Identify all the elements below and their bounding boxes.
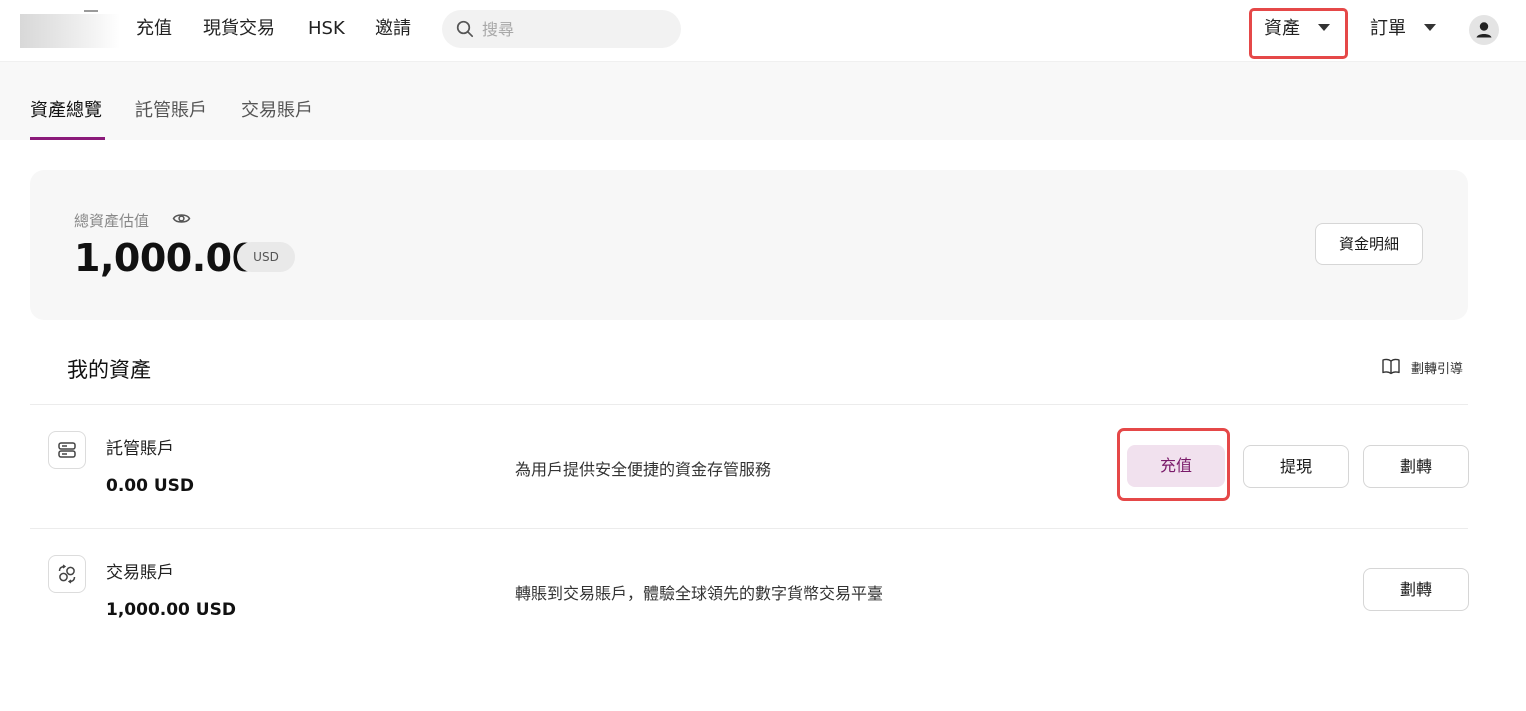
- orders-menu[interactable]: 訂單: [1370, 17, 1436, 41]
- my-assets-title: 我的資產: [67, 358, 151, 382]
- trading-account-name: 交易賬戶: [106, 563, 174, 583]
- currency-badge: USD: [237, 242, 295, 272]
- total-assets-amount: 1,000.00: [74, 236, 258, 280]
- search-input[interactable]: [482, 10, 672, 48]
- trading-transfer-button[interactable]: 劃轉: [1363, 568, 1469, 611]
- nav-invite[interactable]: 邀請: [375, 17, 411, 41]
- divider: [30, 404, 1468, 405]
- asset-tabs: 資產總覽 託管賬戶 交易賬戶: [0, 62, 1526, 140]
- custody-transfer-button[interactable]: 劃轉: [1363, 445, 1469, 488]
- total-assets-label: 總資產估值: [74, 212, 150, 230]
- chevron-down-icon: [1318, 23, 1330, 31]
- nav-hsk[interactable]: HSK: [308, 17, 345, 41]
- user-avatar[interactable]: [1469, 15, 1499, 45]
- deposit-button[interactable]: 充值: [1127, 445, 1225, 487]
- nav-spot-trading[interactable]: 現貨交易: [203, 17, 275, 41]
- funds-details-button[interactable]: 資金明細: [1315, 223, 1423, 265]
- custody-account-icon-box: [48, 431, 86, 469]
- custody-account-description: 為用戶提供安全便捷的資金存管服務: [515, 460, 772, 479]
- tab-overview[interactable]: 資產總覽: [30, 99, 102, 123]
- chevron-down-icon: [1424, 23, 1436, 31]
- eye-icon[interactable]: [172, 211, 191, 226]
- search-box[interactable]: [442, 10, 681, 48]
- server-icon: [58, 442, 76, 458]
- trading-account-balance: 1,000.00 USD: [106, 600, 236, 620]
- top-nav: 充值 現貨交易 HSK 邀請 資產 訂單: [0, 0, 1526, 62]
- nav-deposit[interactable]: 充值: [136, 17, 172, 41]
- transfer-guide-label: 劃轉引導: [1411, 362, 1464, 377]
- assets-menu[interactable]: 資產: [1264, 17, 1330, 41]
- custody-account-name: 託管賬戶: [106, 439, 174, 459]
- book-icon: [1382, 358, 1400, 375]
- total-assets-card: 總資產估值 1,000.00 USD 資金明細: [30, 170, 1468, 320]
- trading-account-icon-box: [48, 555, 86, 593]
- assets-menu-label: 資產: [1264, 18, 1300, 39]
- orders-menu-label: 訂單: [1370, 18, 1406, 39]
- search-icon: [456, 20, 474, 38]
- divider: [30, 528, 1468, 529]
- custody-account-balance: 0.00 USD: [106, 476, 195, 496]
- logo-mark: [84, 10, 98, 12]
- withdraw-button[interactable]: 提現: [1243, 445, 1349, 488]
- tab-custody-account[interactable]: 託管賬戶: [135, 99, 207, 123]
- active-tab-indicator: [30, 137, 105, 140]
- tab-trading-account[interactable]: 交易賬戶: [241, 99, 313, 123]
- trading-account-description: 轉賬到交易賬戶，體驗全球領先的數字貨幣交易平臺: [515, 584, 884, 603]
- brand-logo[interactable]: [20, 14, 120, 48]
- exchange-icon: [58, 564, 76, 584]
- user-icon: [1476, 22, 1492, 38]
